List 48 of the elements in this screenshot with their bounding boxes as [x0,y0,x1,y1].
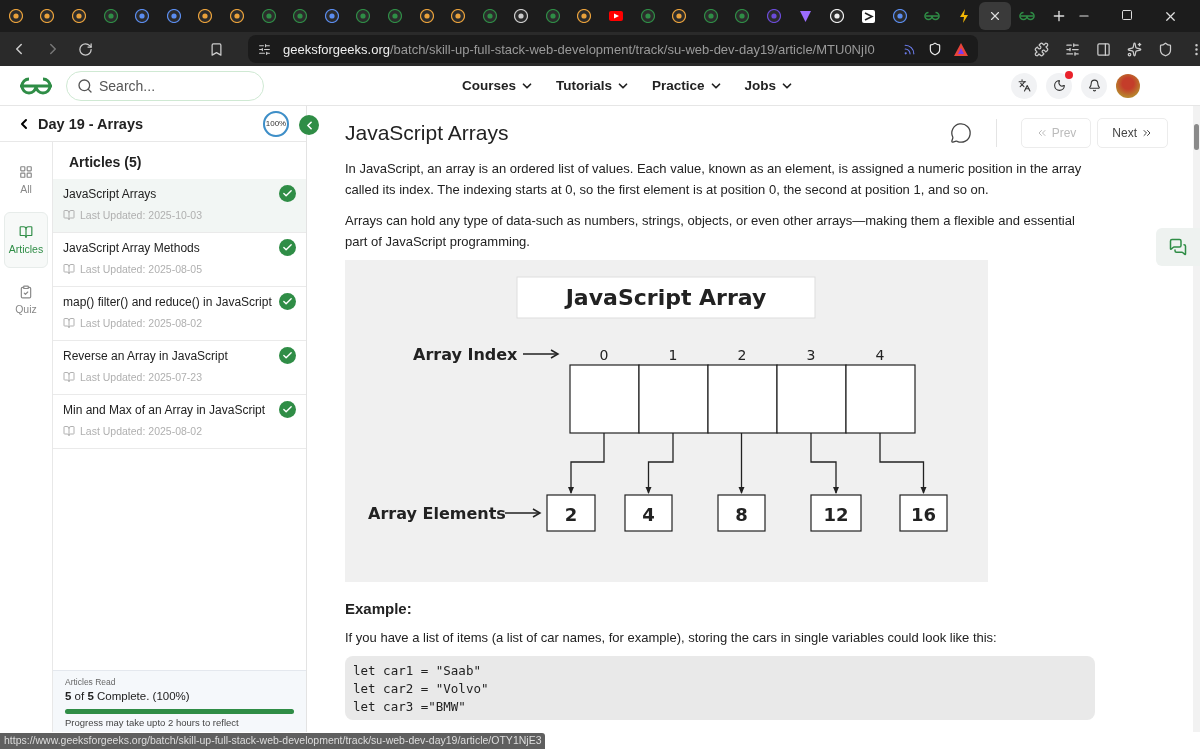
index-number: 0 [599,347,609,363]
summary-label: Articles Read [65,677,117,687]
diagram-title: JavaScript Array [565,285,767,310]
article-item[interactable]: JavaScript Arrays Last Updated: 2025-10-03 [53,179,306,233]
rail-tab[interactable]: Quiz [4,272,48,328]
rail-tab[interactable]: All [4,152,48,208]
index-number: 2 [737,347,747,363]
article-title: JavaScript Array Methods [63,241,201,255]
index-number: 3 [806,347,816,363]
nav-menu[interactable]: Jobs [744,78,795,93]
element-value: 12 [823,504,849,525]
code-line: let car1 = "Saab" [353,662,482,680]
section-heading: Example: [345,600,413,617]
updated-date: Last Updated: 2025-08-02 [80,425,202,437]
index-number: 4 [875,347,885,363]
nav-menu[interactable]: Tutorials [556,78,631,93]
article-title: JavaScript Arrays [345,121,509,145]
summary-text: 5 of 5 Complete. (100%) [65,690,191,702]
progress-note: Progress may take upto 2 hours to reflect [65,717,240,728]
article-title: Min and Max of an Array in JavaScript [63,403,267,417]
sidebar-title: Day 19 - Arrays [38,115,144,132]
index-number: 1 [668,347,678,363]
next-button[interactable]: Next [1097,118,1168,148]
updated-date: Last Updated: 2025-08-05 [80,263,202,275]
progress-ring: 100% [262,109,290,138]
elements-label: Array Elements [368,504,506,523]
element-value: 16 [910,504,937,525]
paragraph: If you have a list of items (a list of car names, for example), storing the cars in single variables could look like this: [345,629,998,647]
element-value: 8 [735,504,748,525]
paragraph: Arrays can hold any type of data-such as numbers, strings, objects, or even other arrays—making them a flexible and essential part of JavaScript programming. [345,212,1076,251]
paragraph: In JavaScript, an array is an ordered list of values. Each value, known as an element, is assigned a numeric position in the array called its index. The indexing starts at 0, so the first element is at position 0, the second at position 1, and so on. [345,160,1083,199]
updated-date: Last Updated: 2025-07-23 [80,371,202,383]
element-value: 2 [564,504,578,525]
nav-menu[interactable]: Courses [462,78,535,93]
article-title: JavaScript Arrays [63,187,158,201]
updated-date: Last Updated: 2025-08-02 [80,317,202,329]
list-title: Articles (5) [68,153,143,172]
nav-menu[interactable]: Practice [652,78,723,93]
status-url: https://www.geeksforgeeks.org/batch/skill-up-full-stack-web-development/track/su-web-dev-day19/article/OTY1NjE3 [0,733,546,749]
address-bar[interactable]: geeksforgeeks.org/batch/skill-up-full-stack-web-development/track/su-web-dev-day19/article/MTU0NjI0 [248,35,978,63]
code-line: let car2 = "Volvo" [353,680,490,698]
article-title: Reverse an Array in JavaScript [63,349,229,363]
article-title: map() filter() and reduce() in JavaScript [63,295,273,309]
code-line: let car3 ="BMW" [353,698,467,716]
updated-date: Last Updated: 2025-10-03 [80,209,202,221]
element-value: 4 [642,504,655,525]
index-label: Array Index [413,345,518,364]
rail-tab[interactable]: Articles [4,212,48,268]
